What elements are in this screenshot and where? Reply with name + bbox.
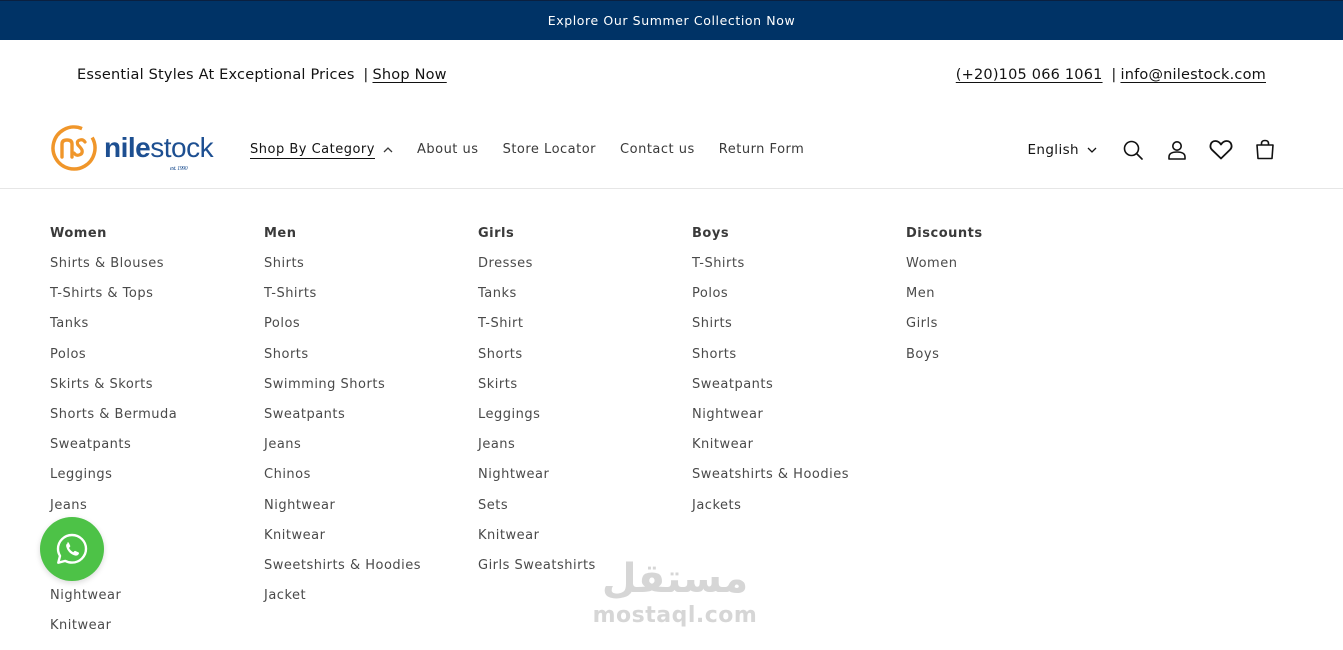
utility-separator: | [363, 67, 369, 83]
menu-link[interactable]: Jacket [264, 589, 421, 619]
menu-link[interactable]: T-Shirt [478, 317, 596, 347]
column-title[interactable]: Women [50, 227, 177, 241]
brand-logo[interactable]: nilestock est. 1990 [50, 122, 220, 174]
column-title[interactable]: Men [264, 227, 421, 241]
menu-link[interactable]: Skirts & Skorts [50, 377, 177, 408]
menu-link[interactable]: Women [906, 256, 983, 287]
menu-link[interactable]: Chinos [264, 468, 421, 498]
tagline: Essential Styles At Exceptional Prices [77, 67, 355, 83]
menu-link[interactable]: Sweatpants [692, 377, 849, 408]
menu-link[interactable]: Nightwear [264, 498, 421, 529]
menu-link[interactable]: Polos [50, 347, 177, 378]
menu-link[interactable]: Swimming Shorts [264, 377, 421, 408]
email-link[interactable]: info@nilestock.com [1120, 67, 1266, 83]
column-title[interactable]: Discounts [906, 227, 983, 241]
language-selector[interactable]: English [1027, 142, 1097, 158]
menu-column-girls: Girls Dresses Tanks T-Shirt Shorts Skirt… [478, 227, 596, 589]
menu-link[interactable]: Leggings [478, 407, 596, 438]
menu-link[interactable]: Shorts [264, 347, 421, 378]
announcement-text: Explore Our Summer Collection Now [547, 13, 796, 28]
nav-return-form[interactable]: Return Form [719, 142, 805, 157]
utility-left: Essential Styles At Exceptional Prices |… [77, 67, 447, 83]
column-list: Dresses Tanks T-Shirt Shorts Skirts Legg… [478, 256, 596, 589]
menu-link[interactable]: Nightwear [50, 589, 177, 619]
utility-bar: Essential Styles At Exceptional Prices |… [0, 40, 1343, 110]
menu-link[interactable]: Shirts [264, 256, 421, 287]
menu-link[interactable]: Jeans [478, 438, 596, 468]
menu-link[interactable]: T-Shirts [692, 256, 849, 287]
menu-link[interactable]: T-Shirts [264, 287, 421, 317]
chevron-down-icon [1087, 147, 1097, 153]
site-header: nilestock est. 1990 Shop By Category Abou… [0, 110, 1343, 189]
menu-link[interactable]: Shorts [692, 347, 849, 378]
menu-link[interactable]: Knitwear [478, 528, 596, 559]
menu-link[interactable]: Boys [906, 347, 983, 378]
column-list: Shirts T-Shirts Polos Shorts Swimming Sh… [264, 256, 421, 619]
phone-link[interactable]: (+20)105 066 1061 [956, 67, 1103, 83]
watermark-arabic: مستقل [601, 556, 749, 602]
header-actions: English [1027, 110, 1287, 189]
column-list: Shirts & Blouses T-Shirts & Tops Tanks P… [50, 256, 177, 649]
contact-separator: | [1111, 67, 1117, 83]
menu-link[interactable]: Knitwear [50, 619, 177, 649]
column-list: T-Shirts Polos Shirts Shorts Sweatpants … [692, 256, 849, 529]
menu-link[interactable]: Shirts [692, 317, 849, 347]
search-icon[interactable] [1111, 128, 1155, 172]
menu-link[interactable]: Knitwear [264, 528, 421, 559]
menu-link[interactable]: Tanks [478, 287, 596, 317]
menu-link[interactable]: Sets [478, 498, 596, 529]
whatsapp-chat-button[interactable] [40, 517, 104, 581]
main-nav: Shop By Category About us Store Locator … [250, 110, 828, 189]
account-icon[interactable] [1155, 128, 1199, 172]
menu-link[interactable]: Sweatpants [264, 407, 421, 438]
column-title[interactable]: Boys [692, 227, 849, 241]
menu-link[interactable]: Polos [692, 287, 849, 317]
menu-link[interactable]: Men [906, 287, 983, 317]
nav-store-locator[interactable]: Store Locator [503, 142, 596, 157]
menu-link[interactable]: Nightwear [478, 468, 596, 498]
logo-wordmark: nilestock est. 1990 [104, 132, 214, 173]
nav-shop-by-category[interactable]: Shop By Category [250, 142, 393, 157]
menu-link[interactable]: Shirts & Blouses [50, 256, 177, 287]
mostaql-watermark: مستقل mostaql.com [590, 555, 760, 640]
menu-link[interactable]: Girls Sweatshirts [478, 558, 596, 589]
menu-link[interactable]: Shorts [478, 347, 596, 378]
nav-about-us[interactable]: About us [417, 142, 479, 157]
column-title[interactable]: Girls [478, 227, 596, 241]
menu-link[interactable]: Sweatpants [50, 438, 177, 468]
menu-column-discounts: Discounts Women Men Girls Boys [906, 227, 983, 378]
whatsapp-icon [56, 533, 88, 564]
menu-link[interactable]: Sweetshirts & Hoodies [264, 558, 421, 589]
column-list: Women Men Girls Boys [906, 256, 983, 378]
menu-link[interactable]: Leggings [50, 468, 177, 498]
watermark-latin: mostaql.com [592, 603, 758, 628]
menu-link[interactable]: Shorts & Bermuda [50, 407, 177, 438]
announcement-bar: Explore Our Summer Collection Now [0, 0, 1343, 40]
menu-link[interactable]: Girls [906, 317, 983, 347]
menu-link[interactable]: Skirts [478, 377, 596, 408]
menu-link[interactable]: Nightwear [692, 407, 849, 438]
shop-now-link[interactable]: Shop Now [372, 67, 446, 83]
menu-link[interactable]: Polos [264, 317, 421, 347]
menu-column-women: Women Shirts & Blouses T-Shirts & Tops T… [50, 227, 177, 649]
menu-link[interactable]: Jackets [692, 498, 849, 529]
menu-column-men: Men Shirts T-Shirts Polos Shorts Swimmin… [264, 227, 421, 619]
wishlist-heart-icon[interactable] [1199, 128, 1243, 172]
menu-link[interactable]: Dresses [478, 256, 596, 287]
menu-link[interactable]: Tanks [50, 317, 177, 347]
menu-link[interactable]: Knitwear [692, 438, 849, 468]
menu-link[interactable]: Jeans [264, 438, 421, 468]
menu-column-boys: Boys T-Shirts Polos Shirts Shorts Sweatp… [692, 227, 849, 529]
cart-bag-icon[interactable] [1243, 128, 1287, 172]
logo-ns-icon [51, 125, 97, 171]
nav-contact-us[interactable]: Contact us [620, 142, 695, 157]
menu-link[interactable]: Sweatshirts & Hoodies [692, 468, 849, 498]
chevron-up-icon [383, 146, 393, 153]
menu-link[interactable]: T-Shirts & Tops [50, 287, 177, 317]
utility-right: (+20)105 066 1061 | info@nilestock.com [956, 67, 1266, 83]
